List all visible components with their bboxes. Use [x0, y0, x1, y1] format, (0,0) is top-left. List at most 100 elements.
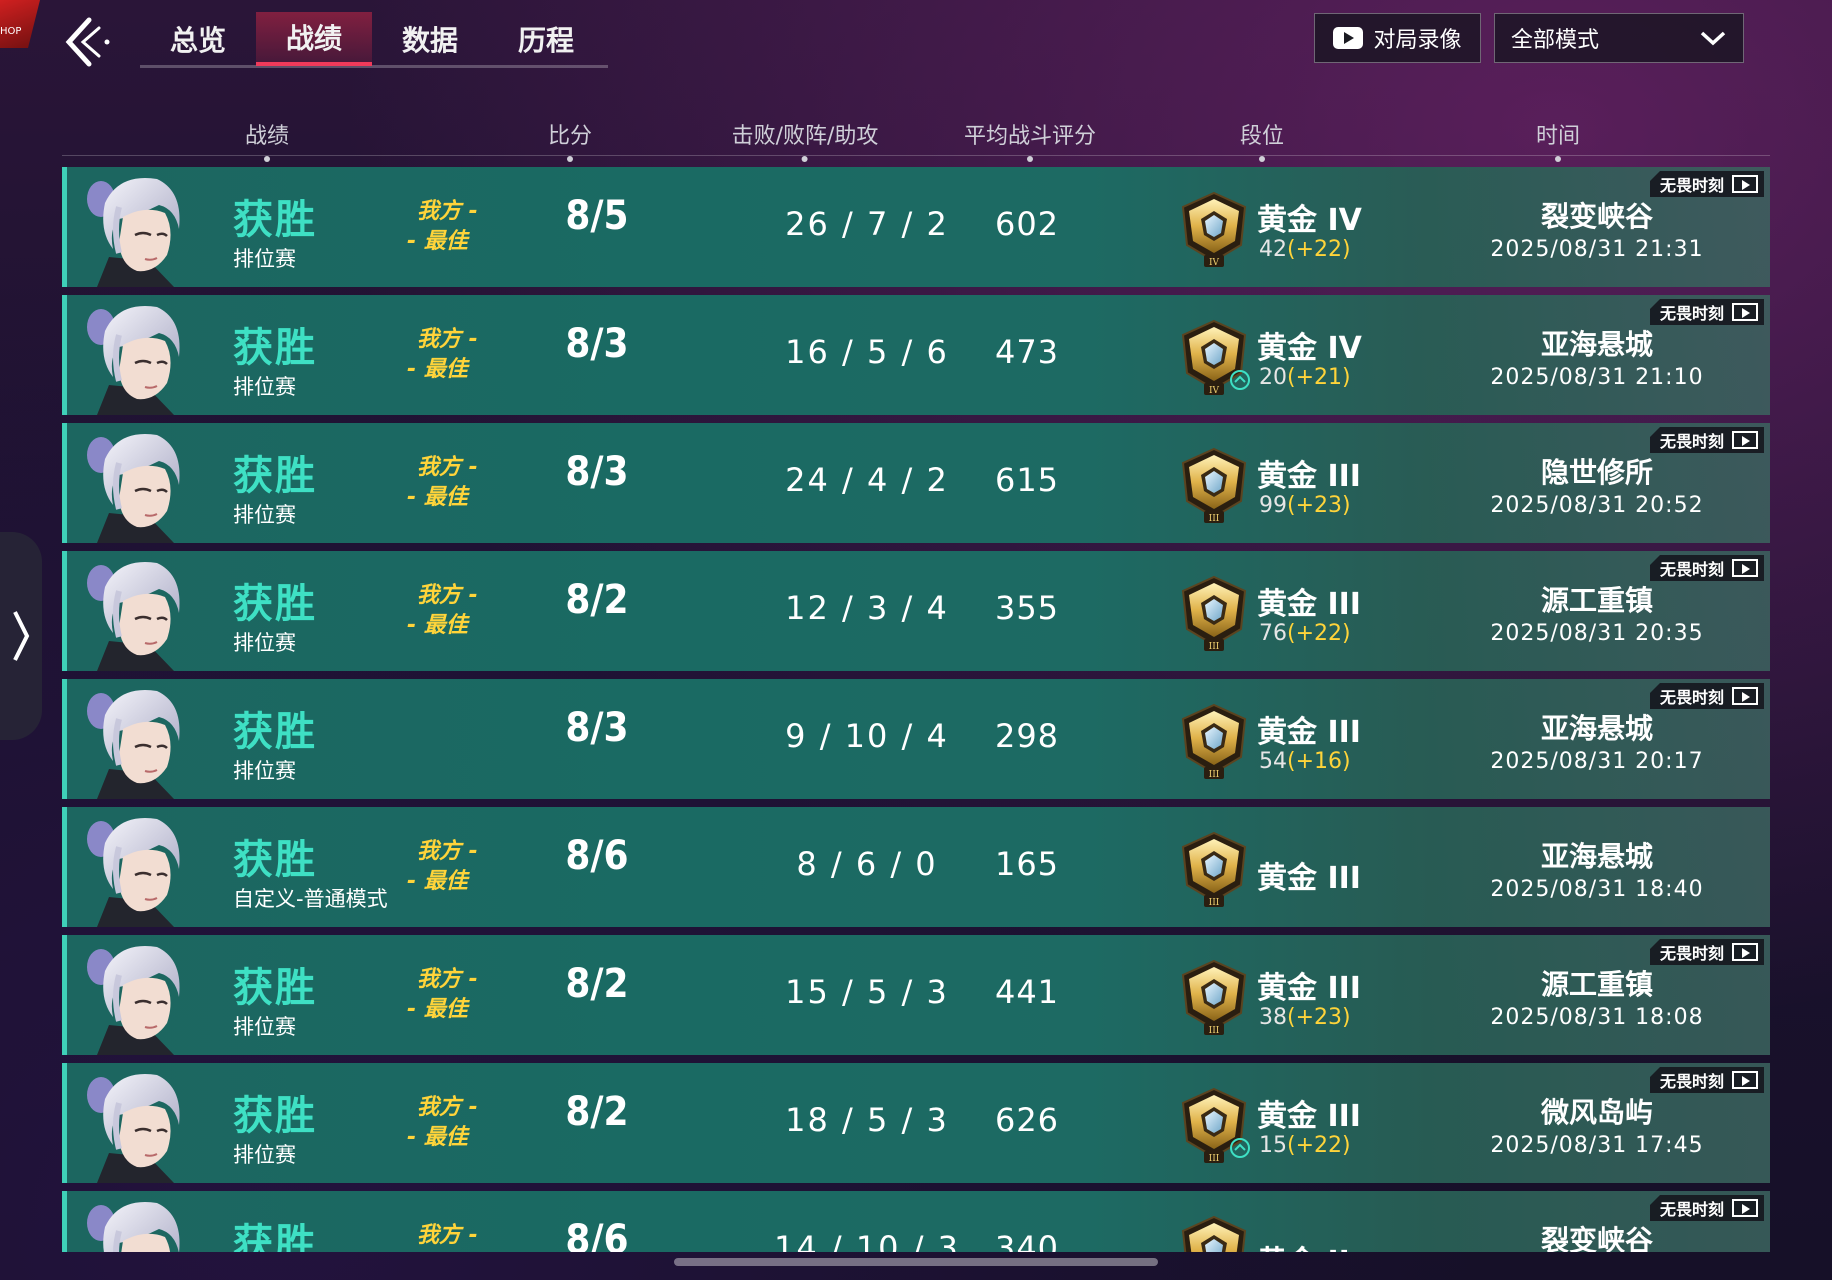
match-row[interactable]: 获胜 排位赛 我方 - - 最佳 8/3 24 / 4 / 2 615 III … — [62, 423, 1770, 543]
rank-name: 黄金 II — [1257, 1237, 1350, 1252]
rank-points-gain: (+22) — [1287, 621, 1351, 646]
mvp-label-line1: 我方 - — [417, 1095, 478, 1120]
mvp-label-line2: - 最佳 — [407, 869, 468, 894]
match-map: 亚海悬城 — [1540, 328, 1653, 361]
match-rating: 602 — [994, 205, 1060, 243]
match-mode: 排位赛 — [233, 375, 296, 399]
back-arrow-icon — [65, 17, 110, 67]
mvp-label-line1: 我方 - — [417, 327, 478, 352]
gold-rank-icon: III — [1177, 829, 1251, 909]
column-header-rating: 平均战斗评分 — [964, 118, 1096, 162]
rank-name: 黄金 III — [1257, 587, 1361, 622]
gold-rank-icon: III — [1177, 957, 1251, 1037]
match-mode: 自定义-普通模式 — [233, 887, 388, 911]
match-map: 源工重镇 — [1540, 584, 1653, 617]
rank-up-icon — [1230, 1138, 1250, 1158]
match-datetime: 2025/08/31 21:31 — [1490, 237, 1704, 262]
match-result: 获胜 — [233, 709, 317, 755]
rank-points-value: 54 — [1259, 749, 1287, 774]
column-header-kda: 击败/败阵/助攻 — [732, 118, 878, 162]
gold-rank-icon: IV — [1177, 189, 1251, 269]
rank-name: 黄金 III — [1257, 715, 1361, 750]
svg-text:III: III — [1209, 514, 1220, 524]
match-score: 8/3 — [565, 705, 629, 751]
rank-up-icon — [1230, 370, 1250, 390]
match-replay-button[interactable]: 对局录像 — [1314, 13, 1481, 63]
highlight-moment-tag[interactable]: 无畏时刻 — [1649, 427, 1764, 453]
team-mvp-badge: 我方 - - 最佳 — [407, 325, 497, 385]
rank-points: 20(+21) — [1259, 365, 1351, 390]
highlight-tag-label: 无畏时刻 — [1659, 304, 1724, 323]
match-datetime: 2025/08/31 20:17 — [1490, 749, 1704, 774]
gold-rank-icon: III — [1177, 445, 1251, 525]
match-row[interactable]: 获胜 排位赛 我方 - - 最佳 8/3 9 / 10 / 4 298 — [62, 679, 1770, 799]
mvp-label-line2: - 最佳 — [407, 485, 468, 510]
film-play-icon — [1732, 303, 1758, 321]
gold-rank-icon: III — [1177, 573, 1251, 653]
match-row[interactable]: 获胜 排位赛 我方 - - 最佳 8/3 16 / 5 / 6 473 IV 黄… — [62, 295, 1770, 415]
tab-history[interactable]: 历程 — [488, 12, 604, 66]
logo-text: HOP — [0, 26, 22, 37]
scrollbar[interactable] — [674, 1258, 1158, 1266]
rank-points-gain: (+22) — [1287, 237, 1351, 262]
svg-text:III: III — [1209, 898, 1220, 908]
rank-name: 黄金 III — [1257, 1099, 1361, 1134]
column-header: 战绩 比分 击败/败阵/助攻 平均战斗评分 段位 时间 — [62, 118, 1770, 162]
team-mvp-badge: 我方 - - 最佳 — [407, 837, 497, 897]
match-row[interactable]: 获胜 自定义-普通模式 我方 - - 最佳 8/6 8 / 6 / 0 165 — [62, 807, 1770, 927]
highlight-moment-tag[interactable]: 无畏时刻 — [1649, 171, 1764, 197]
match-mode: 排位赛 — [233, 631, 296, 655]
rank-name: 黄金 IV — [1257, 203, 1362, 238]
film-play-icon — [1732, 431, 1758, 449]
match-mode: 排位赛 — [233, 759, 296, 783]
team-mvp-badge: 我方 - - 最佳 — [407, 1221, 497, 1252]
mvp-label-line1: 我方 - — [417, 199, 478, 224]
match-row[interactable]: 获胜 排位赛 我方 - - 最佳 8/2 18 / 5 / 3 626 III … — [62, 1063, 1770, 1183]
team-mvp-badge: 我方 - - 最佳 — [407, 453, 497, 513]
highlight-moment-tag[interactable]: 无畏时刻 — [1649, 939, 1764, 965]
rank-points-value: 15 — [1259, 1133, 1287, 1158]
match-row[interactable]: 获胜 排位赛 我方 - - 最佳 8/6 14 / 10 / 3 340 — [62, 1191, 1770, 1252]
highlight-moment-tag[interactable]: 无畏时刻 — [1649, 555, 1764, 581]
mvp-label-line2: - 最佳 — [407, 229, 468, 254]
rank-points: 99(+23) — [1259, 493, 1351, 518]
rank-points-value: 76 — [1259, 621, 1287, 646]
rank-points-value: 20 — [1259, 365, 1287, 390]
mode-filter-select[interactable]: 全部模式 — [1494, 13, 1744, 63]
svg-text:IV: IV — [1209, 258, 1220, 268]
hero-avatar — [79, 1193, 199, 1252]
highlight-moment-tag[interactable]: 无畏时刻 — [1649, 299, 1764, 325]
rank-points: 42(+22) — [1259, 237, 1351, 262]
hero-avatar — [79, 425, 199, 543]
match-row[interactable]: 获胜 排位赛 我方 - - 最佳 8/2 15 / 5 / 3 441 III … — [62, 935, 1770, 1055]
match-result: 获胜 — [233, 453, 317, 499]
team-mvp-badge: 我方 - - 最佳 — [407, 1093, 497, 1153]
chevron-right-icon — [13, 611, 30, 661]
svg-text:III: III — [1209, 770, 1220, 780]
team-mvp-badge: 我方 - - 最佳 — [407, 965, 497, 1025]
hero-avatar — [79, 1065, 199, 1183]
match-mode: 排位赛 — [233, 1143, 296, 1167]
svg-text:III: III — [1209, 642, 1220, 652]
back-button[interactable] — [58, 12, 116, 72]
side-expand-handle[interactable] — [0, 532, 42, 740]
highlight-moment-tag[interactable]: 无畏时刻 — [1649, 683, 1764, 709]
tab-records[interactable]: 战绩 — [256, 12, 372, 66]
match-row[interactable]: 获胜 排位赛 我方 - - 最佳 8/5 26 / 7 / 2 602 IV 黄… — [62, 167, 1770, 287]
rank-points-gain: (+22) — [1287, 1133, 1351, 1158]
gold-rank-icon: III — [1177, 701, 1251, 781]
match-row[interactable]: 获胜 排位赛 我方 - - 最佳 8/2 12 / 3 / 4 355 III … — [62, 551, 1770, 671]
match-datetime: 2025/08/31 18:08 — [1490, 1005, 1704, 1030]
highlight-tag-label: 无畏时刻 — [1659, 560, 1724, 579]
hero-avatar — [79, 553, 199, 671]
tab-overview[interactable]: 总览 — [140, 12, 256, 66]
highlight-moment-tag[interactable]: 无畏时刻 — [1649, 1067, 1764, 1093]
mvp-label-line1: 我方 - — [417, 1223, 478, 1248]
highlight-moment-tag[interactable]: 无畏时刻 — [1649, 1195, 1764, 1221]
match-result: 获胜 — [233, 965, 317, 1011]
gold-rank-icon: II — [1177, 1213, 1251, 1252]
highlight-tag-label: 无畏时刻 — [1659, 176, 1724, 195]
match-mode: 排位赛 — [233, 247, 296, 271]
match-result: 获胜 — [233, 1093, 317, 1139]
tab-data[interactable]: 数据 — [372, 12, 488, 66]
